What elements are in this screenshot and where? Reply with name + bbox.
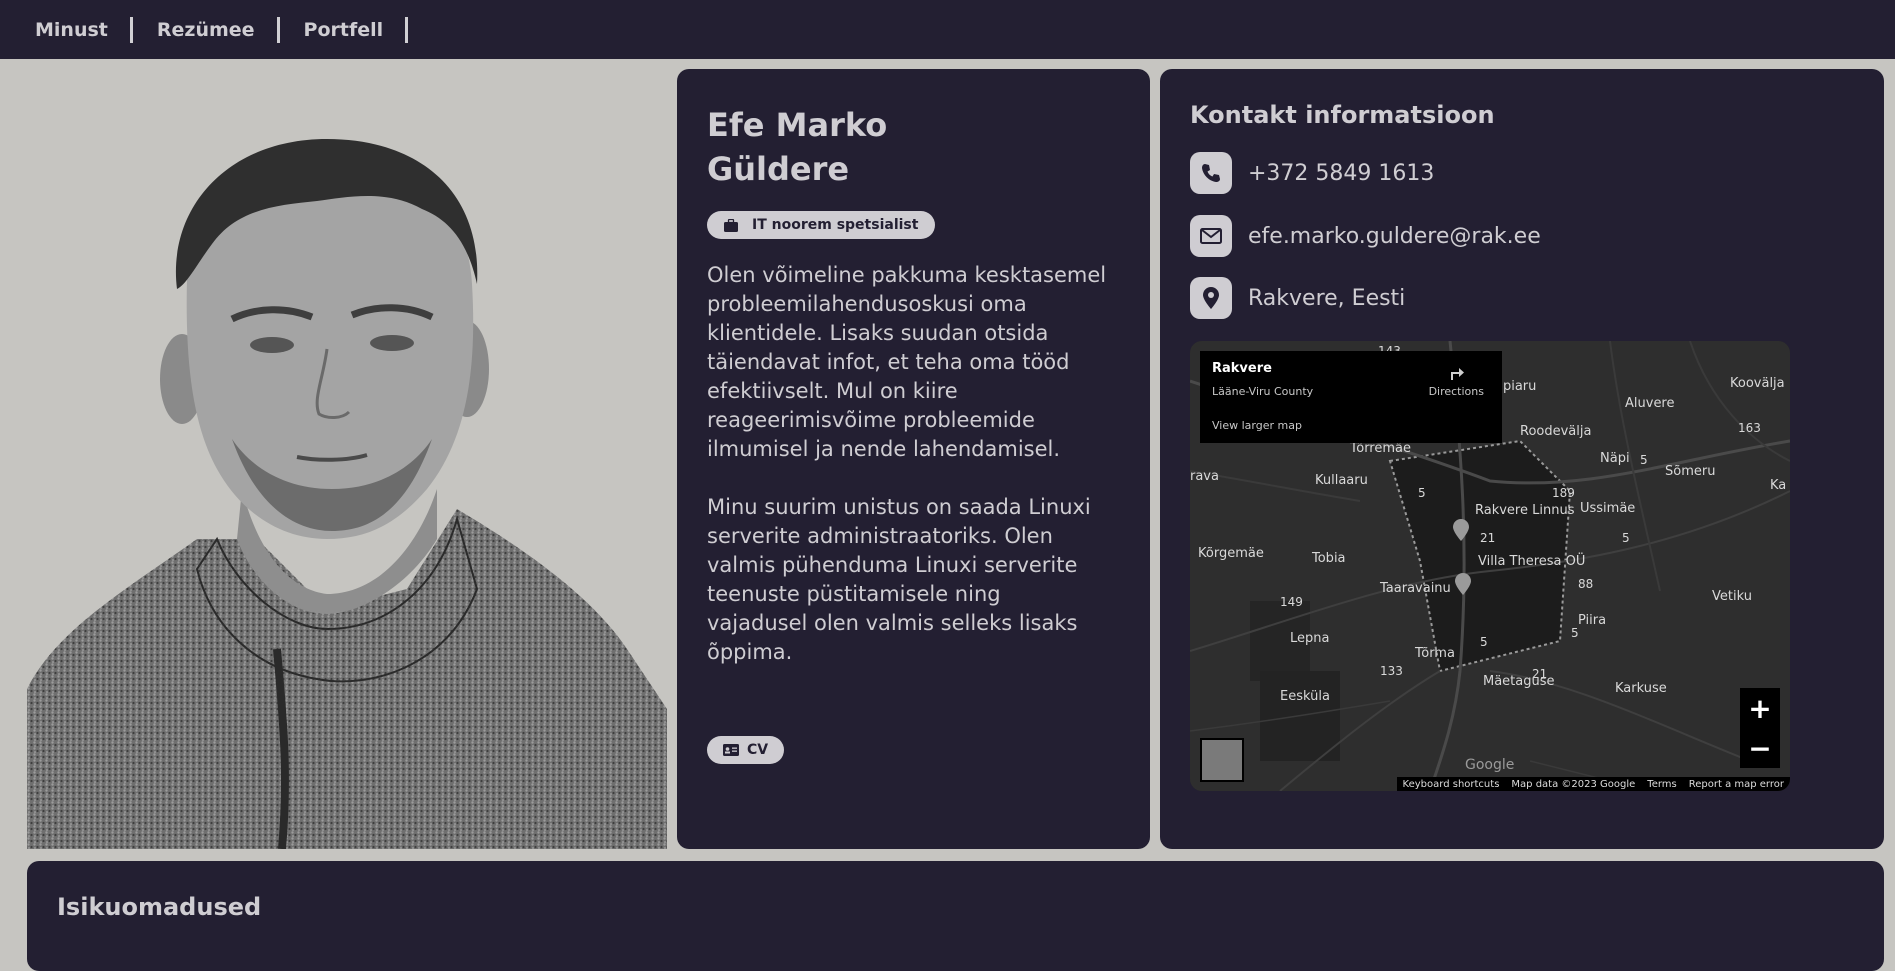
map-road-number: 21 [1532,667,1548,681]
map-road-number: 5 [1640,453,1648,467]
map-place-label: Tõrma [1415,646,1455,661]
directions-button[interactable]: Directions [1429,363,1484,398]
profile-photo [27,69,667,850]
contact-title: Kontakt informatsioon [1190,101,1495,129]
map-pin-icon [1190,277,1232,319]
map-place-label: Roodevälja [1520,424,1592,439]
bio-card: Efe Marko Güldere IT noorem spetsialist … [677,69,1150,849]
map-place-label: Taaravainu [1380,581,1451,596]
nav-link-label: Portfell [303,18,384,41]
map-road-number: 5 [1622,531,1630,545]
map-place-label: Ussimäe [1580,501,1636,516]
portrait-illustration [27,139,667,850]
map-place-title: Rakvere [1212,361,1272,376]
nav-link-label: Rezümee [156,18,255,41]
directions-icon [1451,368,1465,380]
contact-phone[interactable]: +372 5849 1613 [1190,152,1434,194]
map-place-label: Lepna [1290,631,1330,646]
map-road-number: 88 [1578,577,1594,591]
zoom-out-button[interactable]: − [1740,728,1780,768]
traits-title: Isikuomadused [57,893,262,921]
map-attribution-bar: Keyboard shortcuts Map data ©2023 Google… [1396,777,1790,791]
map-place-label: rava [1190,469,1219,484]
nav-divider [405,16,409,43]
role-badge-label: IT noorem spetsialist [752,217,919,233]
nav-divider [129,16,133,43]
map-road-number: 21 [1480,531,1496,545]
bio-paragraph: Olen võimeline pakkuma kesktasemel probl… [707,263,1107,461]
map-place-label: Kullaaru [1315,473,1368,488]
nav-divider [276,16,280,43]
report-map-error-link[interactable]: Report a map error [1683,779,1790,790]
map-place-label: Kõrgemäe [1198,546,1264,561]
location-text: Rakvere, Eesti [1248,285,1406,311]
email-address: efe.marko.guldere@rak.ee [1248,223,1541,249]
profile-name: Efe Marko Güldere [707,103,1127,191]
map-layer-toggle[interactable] [1200,738,1244,782]
role-badge: IT noorem spetsialist [707,211,936,239]
map-road-number: 133 [1380,664,1403,678]
nav-link-rezumee[interactable]: Rezümee [156,16,304,43]
phone-icon [1190,152,1232,194]
map-road-number: 189 [1552,486,1575,500]
first-name: Efe Marko [707,106,888,144]
map-place-label: Rakvere Linnus [1475,503,1575,518]
map-place-card: Rakvere Lääne-Viru County View larger ma… [1200,351,1502,443]
phone-number: +372 5849 1613 [1248,160,1435,186]
map-place-label: Koovälja [1730,376,1785,391]
map-place-label: Näpi [1600,451,1630,466]
map-road-number: 5 [1418,486,1426,500]
view-larger-map-link[interactable]: View larger map [1212,419,1302,432]
map-place-label: Vetiku [1712,589,1752,604]
map-road-number: 5 [1571,626,1579,640]
id-card-icon [723,744,739,756]
map-place-subtitle: Lääne-Viru County [1212,385,1314,398]
map-place-label: Villa Theresa OÜ [1478,554,1586,569]
map-zoom-controls: + − [1740,688,1780,768]
briefcase-icon [724,218,738,232]
traits-card: Isikuomadused [27,861,1884,971]
map-data-text: Map data ©2023 Google [1511,778,1636,790]
zoom-in-button[interactable]: + [1740,688,1780,728]
cv-button[interactable]: CV [707,736,785,764]
map-place-label: Eesküla [1280,689,1330,704]
map-road-number: 149 [1280,595,1303,609]
directions-label: Directions [1428,385,1484,398]
cv-button-label: CV [747,742,769,758]
nav-link-portfell[interactable]: Portfell [303,16,433,43]
google-logo: Google [1465,757,1515,773]
keyboard-shortcuts-link[interactable]: Keyboard shortcuts [1397,779,1506,790]
map-place-label: Tobia [1312,551,1346,566]
nav-link-label: Minust [35,18,108,41]
map-place-label: Ka [1770,478,1787,493]
map-place-label: Piira [1578,613,1607,628]
contact-card: Kontakt informatsioon +372 5849 1613 efe… [1160,69,1884,849]
contact-email[interactable]: efe.marko.guldere@rak.ee [1190,215,1541,257]
bio-text: Olen võimeline pakkuma kesktasemel probl… [707,261,1107,696]
map-place-label: Tõrremäe [1350,441,1411,456]
map-place-label: Aluvere [1625,396,1675,411]
map-road-number: 163 [1738,421,1761,435]
top-navbar: Minust Rezümee Portfell [0,0,1895,59]
nav-link-minust[interactable]: Minust [35,16,157,43]
envelope-icon [1190,215,1232,257]
map-road-number: 5 [1480,635,1488,649]
map-place-label: Sõmeru [1665,464,1716,479]
landmark-pin-icon[interactable] [1453,519,1469,541]
map-place-label: Karkuse [1615,681,1667,696]
bio-paragraph: Minu suurim unistus on saada Linuxi serv… [707,495,1091,664]
hotel-pin-icon[interactable] [1455,573,1471,595]
terms-link[interactable]: Terms [1641,779,1682,790]
embedded-map[interactable]: Tõrremäe apiaru Aluvere Koovälja Roodevä… [1190,341,1790,791]
contact-location: Rakvere, Eesti [1190,277,1405,319]
last-name: Güldere [707,150,850,188]
